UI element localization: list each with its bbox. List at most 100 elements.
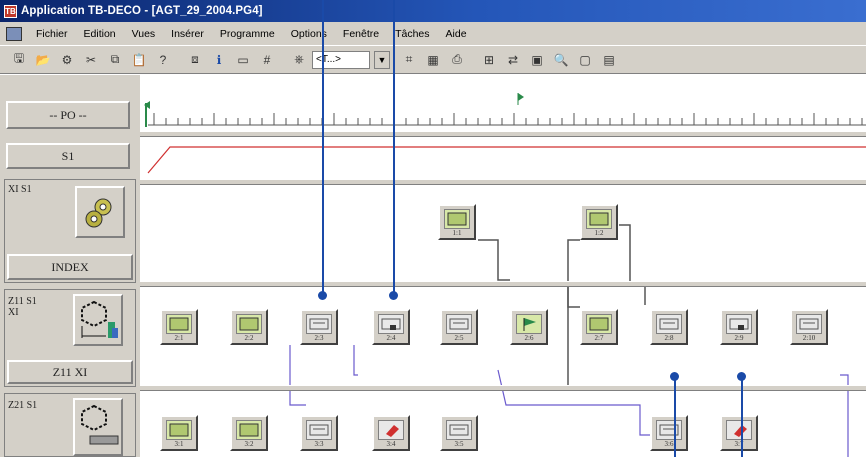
chevron-down-icon[interactable]: ▼: [374, 50, 390, 69]
step-label: 2:2: [244, 334, 254, 342]
paste-icon[interactable]: 📋: [128, 50, 150, 70]
menu-inserer[interactable]: Insérer: [163, 28, 212, 40]
step-2-9[interactable]: 2:9: [720, 309, 758, 345]
copy-icon[interactable]: ⧉: [104, 50, 126, 70]
menu-programme[interactable]: Programme: [212, 28, 283, 40]
step-label: 2:8: [664, 334, 674, 342]
open-icon[interactable]: 📂: [32, 50, 54, 70]
document-system-menu-icon[interactable]: [6, 26, 22, 41]
callout-dot: [318, 291, 327, 300]
step-3-2[interactable]: 3:2: [230, 415, 268, 451]
motion-icon: [236, 314, 262, 334]
settings-icon[interactable]: ⚙: [56, 50, 78, 70]
step-3-1[interactable]: 3:1: [160, 415, 198, 451]
row-header-z21: Z21 S1: [4, 393, 136, 457]
callout-line: [322, 0, 324, 294]
toolbar: 🖫 📂 ⚙ ✂ ⧉ 📋 ? ⧈ ℹ ▭ # ⎈ <T...> ▼ ⌗ ▦ ⎙ ⊞…: [0, 46, 866, 74]
layout-icon[interactable]: ▤: [598, 50, 620, 70]
help-icon[interactable]: ?: [152, 50, 174, 70]
menu-bar: Fichier Edition Vues Insérer Programme O…: [0, 22, 866, 46]
step-1-2[interactable]: 1:2: [580, 204, 618, 240]
band-separator: [140, 281, 866, 287]
step-label: 2:6: [524, 334, 534, 342]
menu-fenetre[interactable]: Fenêtre: [335, 28, 387, 40]
zoom-icon[interactable]: 🔍: [550, 50, 572, 70]
transfer-icon[interactable]: ⇄: [502, 50, 524, 70]
step-2-8[interactable]: 2:8: [650, 309, 688, 345]
axis-gear-icon[interactable]: [73, 398, 123, 456]
motion-icon: [586, 209, 612, 229]
step-2-5[interactable]: 2:5: [440, 309, 478, 345]
motion-icon: [166, 314, 192, 334]
s1-button[interactable]: S1: [6, 143, 130, 169]
step-1-1[interactable]: 1:1: [438, 204, 476, 240]
motion-icon: [236, 420, 262, 440]
callout-line: [393, 0, 395, 294]
step-3-4[interactable]: 3:4: [372, 415, 410, 451]
step-label: 2:4: [386, 334, 396, 342]
step-2-6[interactable]: 2:6: [510, 309, 548, 345]
grafcet-canvas[interactable]: 1:1 1:2 2:1 2:2 2:3 2:4 2:5 2:6 2:7 2:8 …: [140, 75, 866, 457]
action-icon: [446, 314, 472, 334]
po-button[interactable]: -- PO --: [6, 101, 130, 129]
network-icon[interactable]: ⧈: [184, 50, 206, 70]
step-3-5[interactable]: 3:5: [440, 415, 478, 451]
grid-icon[interactable]: #: [256, 50, 278, 70]
action-icon: [446, 420, 472, 440]
app-icon: TB: [4, 4, 17, 18]
menu-vues[interactable]: Vues: [124, 28, 164, 40]
tool-icon[interactable]: ⎈: [288, 50, 310, 70]
step-3-6[interactable]: 3:6: [650, 415, 688, 451]
gears-icon[interactable]: [75, 186, 125, 238]
menu-edition[interactable]: Edition: [76, 28, 124, 40]
window-icon[interactable]: ▢: [574, 50, 596, 70]
step-label: 1:2: [594, 229, 604, 237]
step-2-4[interactable]: 2:4: [372, 309, 410, 345]
variable-icon[interactable]: ⌗: [398, 50, 420, 70]
index-button[interactable]: INDEX: [7, 254, 133, 280]
title-bar: TB Application TB-DECO - [AGT_29_2004.PG…: [0, 0, 866, 22]
step-3-3[interactable]: 3:3: [300, 415, 338, 451]
eraser-icon: [726, 420, 752, 440]
step-label: 2:7: [594, 334, 604, 342]
print-icon[interactable]: ⎙: [446, 50, 468, 70]
step-label: 2:5: [454, 334, 464, 342]
monitor-icon[interactable]: ▭: [232, 50, 254, 70]
action-icon: [656, 314, 682, 334]
left-row-headers: -- PO -- S1 XI S1 INDEX Z11 S1 XI Z11 XI…: [0, 75, 140, 457]
cut-icon[interactable]: ✂: [80, 50, 102, 70]
step-2-7[interactable]: 2:7: [580, 309, 618, 345]
row-header-index: XI S1 INDEX: [4, 179, 136, 283]
step-label: 3:4: [386, 440, 396, 448]
z11-xi-button[interactable]: Z11 XI: [7, 360, 133, 384]
info-icon[interactable]: ℹ: [208, 50, 230, 70]
step-2-3[interactable]: 2:3: [300, 309, 338, 345]
table-icon[interactable]: ▦: [422, 50, 444, 70]
view-icon[interactable]: ▣: [526, 50, 548, 70]
motion-icon: [166, 420, 192, 440]
save-icon[interactable]: 🖫: [8, 50, 30, 70]
axis-icon[interactable]: [73, 294, 123, 346]
action-icon: [306, 314, 332, 334]
step-label: 3:2: [244, 440, 254, 448]
eraser-icon: [378, 420, 404, 440]
step-label: 2:3: [314, 334, 324, 342]
action-icon: [726, 314, 752, 334]
step-label: 3:1: [174, 440, 184, 448]
step-label: 1:1: [452, 229, 462, 237]
menu-options[interactable]: Options: [283, 28, 335, 40]
menu-fichier[interactable]: Fichier: [28, 28, 76, 40]
row-title: XI S1: [8, 184, 32, 195]
step-2-1[interactable]: 2:1: [160, 309, 198, 345]
step-2-10[interactable]: 2:10: [790, 309, 828, 345]
step-label: 2:1: [174, 334, 184, 342]
compile-icon[interactable]: ⊞: [478, 50, 500, 70]
step-2-2[interactable]: 2:2: [230, 309, 268, 345]
transition-select[interactable]: <T...>: [312, 50, 370, 69]
menu-taches[interactable]: Tâches: [387, 28, 437, 40]
step-3-7[interactable]: 3:7: [720, 415, 758, 451]
flag-icon: [516, 314, 542, 334]
callout-line: [741, 376, 743, 457]
motion-icon: [444, 209, 470, 229]
menu-aide[interactable]: Aide: [438, 28, 475, 40]
